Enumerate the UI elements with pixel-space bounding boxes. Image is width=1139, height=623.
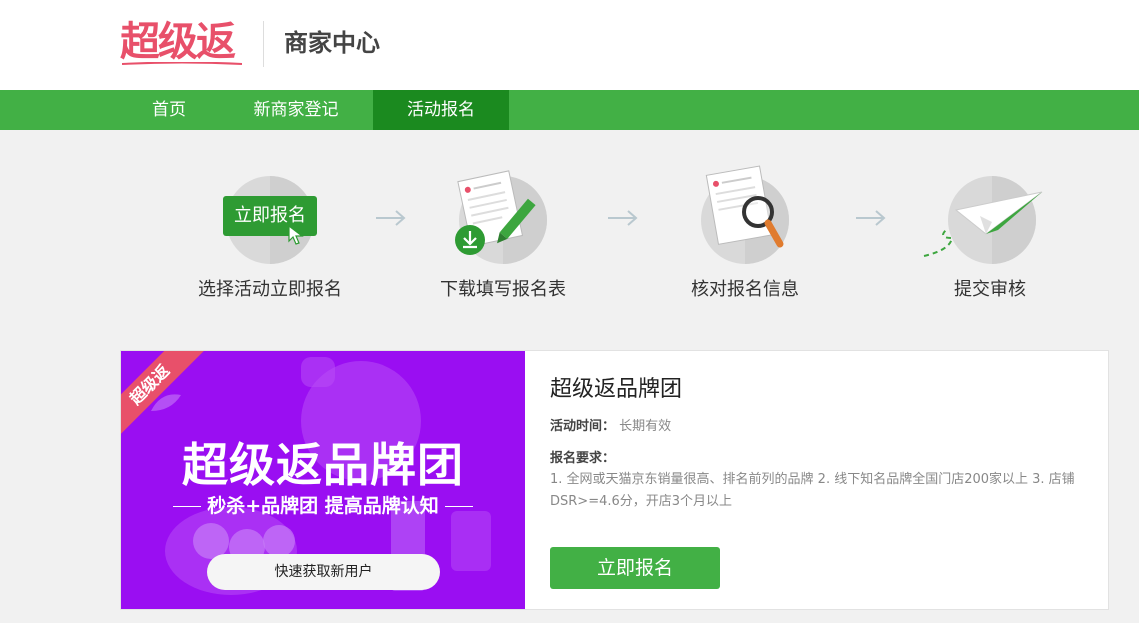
header-divider: [263, 21, 264, 67]
apply-now-button[interactable]: 立即报名: [550, 547, 720, 589]
step-label: 选择活动立即报名: [198, 279, 342, 300]
banner-subtitle-text: 秒杀+品牌团 提高品牌认知: [207, 495, 439, 517]
arrow-right-icon: [376, 210, 406, 226]
arrow-right-icon: [856, 210, 886, 226]
step-label: 核对报名信息: [691, 279, 799, 300]
paper-plane-icon: [923, 191, 1043, 257]
banner-get-users-button[interactable]: 快速获取新用户: [207, 554, 440, 590]
banner-subtitle: 秒杀+品牌团 提高品牌认知: [121, 491, 525, 518]
step-label: 提交审核: [954, 279, 1026, 300]
cursor-icon: [288, 224, 304, 245]
activity-info: 超级返品牌团 活动时间： 长期有效 报名要求： 1. 全网或天猫京东销量很高、排…: [550, 351, 1090, 609]
activity-banner[interactable]: 超级返 超级返品牌团 秒杀+品牌团 提高品牌认知 快速获取新用户: [121, 351, 525, 609]
main-nav: 首页 新商家登记 活动报名: [0, 90, 1139, 130]
activity-time-value: 长期有效: [619, 419, 672, 434]
activity-time-label: 活动时间：: [550, 419, 616, 434]
nav-item-home[interactable]: 首页: [120, 90, 218, 130]
step-label: 下载填写报名表: [440, 279, 566, 300]
activity-title: 超级返品牌团: [550, 377, 683, 402]
activity-card: 超级返 超级返品牌团 秒杀+品牌团 提高品牌认知 快速获取新用户 超级返品牌团 …: [120, 350, 1109, 610]
activity-time: 活动时间： 长期有效: [550, 415, 671, 434]
activity-requirements: 1. 全网或天猫京东销量很高、排名前列的品牌 2. 线下知名品牌全国门店200家…: [550, 472, 1075, 509]
magnifier-document-icon: [705, 165, 784, 248]
logo-swoosh-icon: [122, 62, 242, 65]
nav-item-merchant-register[interactable]: 新商家登记: [232, 90, 360, 130]
page-title: 商家中心: [284, 29, 380, 57]
brand-logo[interactable]: 超级返: [120, 17, 236, 67]
activity-requirements-label: 报名要求：: [550, 451, 616, 466]
download-form-icon: [455, 170, 536, 255]
banner-title: 超级返品牌团: [182, 438, 464, 492]
nav-item-activity-signup[interactable]: 活动报名: [373, 90, 509, 130]
arrow-right-icon: [608, 210, 638, 226]
header: 超级返 商家中心: [0, 0, 1139, 90]
